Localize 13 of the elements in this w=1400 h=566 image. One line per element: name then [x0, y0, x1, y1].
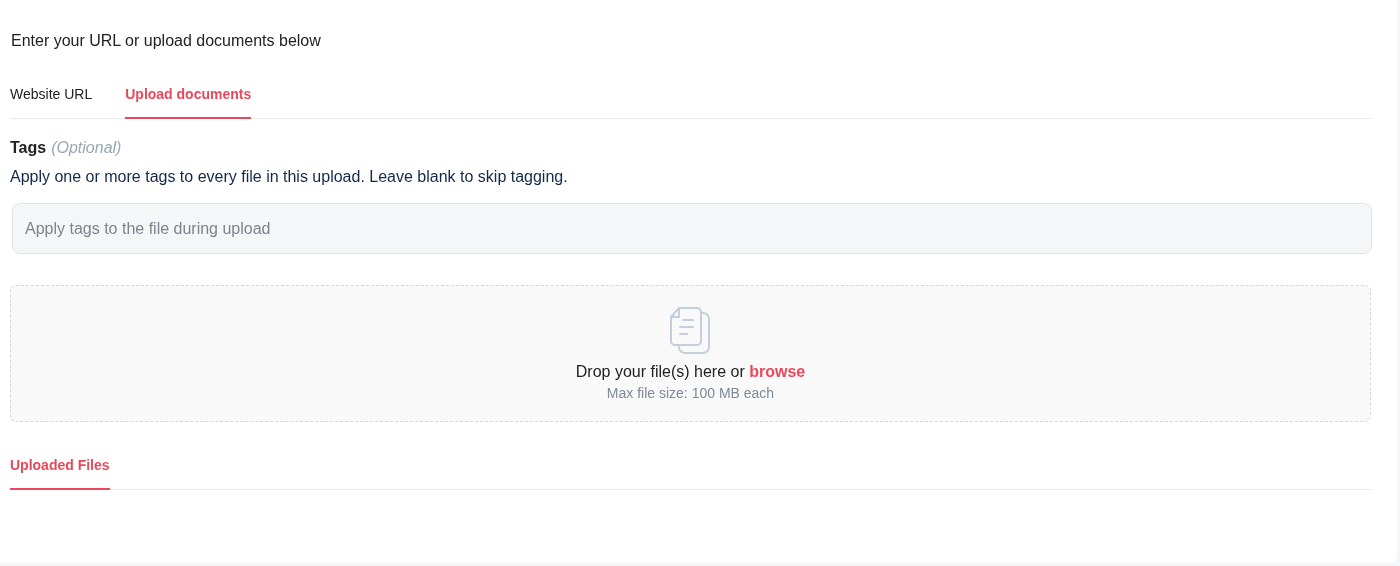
tab[interactable]: Website URL	[10, 86, 93, 119]
tags-description: Apply one or more tags to every file in this upload. Leave blank to skip tagging.	[10, 168, 569, 186]
file-size-note: Max file size: 100 MB each	[606, 384, 775, 401]
tags-label: Tags	[10, 139, 47, 157]
page-heading: Enter your URL or upload documents below	[11, 32, 322, 50]
documents-icon	[669, 306, 712, 355]
tab[interactable]: Upload documents	[125, 86, 252, 119]
drop-prompt: Drop your file(s) here or browse	[575, 362, 806, 381]
browse-link[interactable]: browse	[749, 362, 806, 380]
optional-hint: (Optional)	[51, 139, 122, 157]
tab[interactable]: Uploaded Files	[10, 457, 110, 490]
tags-input-field[interactable]: Apply tags to the file during upload	[12, 203, 1372, 254]
file-drop-zone[interactable]: Drop your file(s) here or browse Max file size: 100 MB each	[10, 285, 1371, 422]
